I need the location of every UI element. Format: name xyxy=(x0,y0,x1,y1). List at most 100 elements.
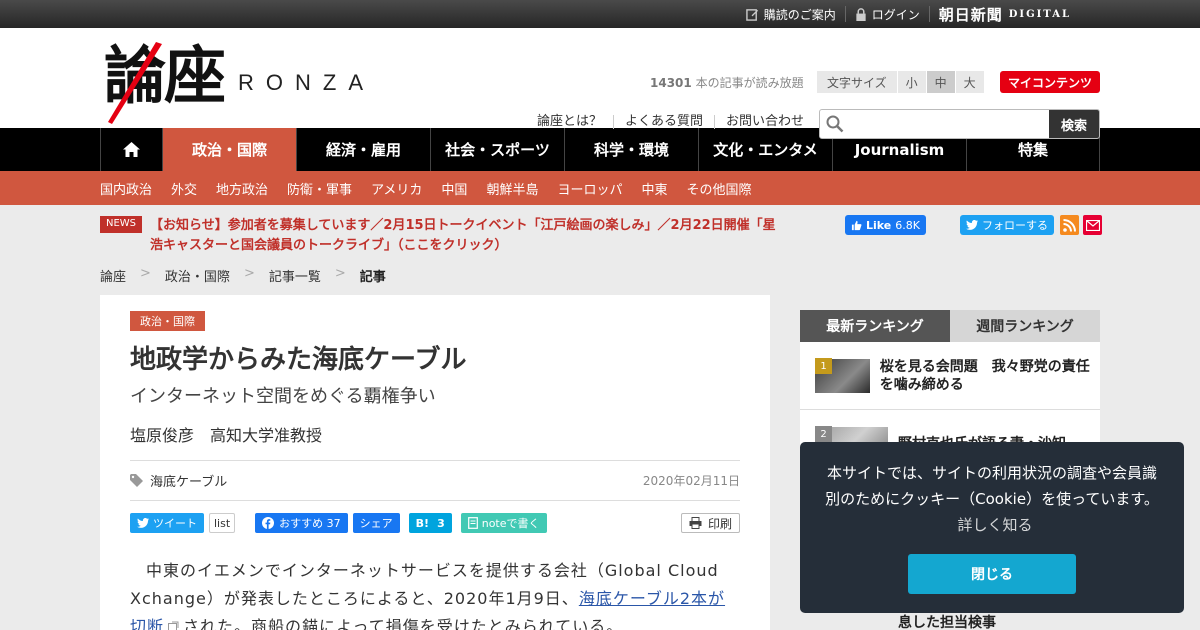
top-bar: 購読のご案内 ログイン 朝日新聞 DIGITAL xyxy=(0,0,1200,28)
twitter-follow-button[interactable]: フォローする xyxy=(960,215,1054,235)
article-meta: 海底ケーブル 2020年02月11日 xyxy=(130,461,740,501)
subnav-item[interactable]: 国内政治 xyxy=(100,179,152,198)
free-count-text: 本の記事が読み放題 xyxy=(691,76,804,90)
search-icon xyxy=(820,110,850,138)
facebook-like-button[interactable]: Like 6.8K xyxy=(845,215,926,235)
font-size-small[interactable]: 小 xyxy=(897,71,927,93)
fb-like-label: Like xyxy=(866,218,892,232)
login-label: ログイン xyxy=(871,7,920,22)
news-link[interactable]: 【お知らせ】参加者を募集しています／2月15日トークイベント「江戸絵画の楽しみ」… xyxy=(150,216,780,256)
cookie-message: 本サイトでは、サイトの利用状況の調査や会員識別のためにクッキー（Cookie）を… xyxy=(820,460,1164,538)
nav-culture[interactable]: 文化・エンタメ xyxy=(698,128,832,171)
breadcrumb-home[interactable]: 論座 xyxy=(100,266,126,285)
article-author: 塩原俊彦 高知大学准教授 xyxy=(130,422,740,461)
nav-home[interactable] xyxy=(100,128,162,171)
rss-button[interactable] xyxy=(1060,215,1079,235)
asahi-digital-link[interactable]: 朝日新聞 DIGITAL xyxy=(930,5,1080,24)
category-badge[interactable]: 政治・国際 xyxy=(130,311,205,331)
hatena-bookmark-button[interactable]: B! 3 xyxy=(408,513,452,533)
digital-logo-text: DIGITAL xyxy=(1008,8,1071,20)
print-label: 印刷 xyxy=(707,516,732,531)
nav-politics[interactable]: 政治・国際 xyxy=(162,128,296,171)
ranking-title: 桜を見る会問題 我々野党の責任を噛み締める xyxy=(879,358,1090,393)
breadcrumb: 論座 > 政治・国際 > 記事一覧 > 記事 xyxy=(100,266,386,285)
share-buttons: ツイート list おすすめ 37 シェア B! 3 noteで書く 印刷 xyxy=(130,513,740,533)
article-tag-label: 海底ケーブル xyxy=(150,475,228,490)
article-tag[interactable]: 海底ケーブル xyxy=(130,471,227,490)
ranking-number: 1 xyxy=(815,358,832,374)
nav-science[interactable]: 科学・環境 xyxy=(564,128,698,171)
fb-like-count: 6.8K xyxy=(895,218,920,232)
breadcrumb-separator: > xyxy=(243,266,255,281)
ronza-logo[interactable]: 論座 RONZA xyxy=(104,36,375,124)
ranking-tabs: 最新ランキング 週間ランキング xyxy=(800,310,1100,342)
tag-icon xyxy=(130,474,143,487)
font-size-label: 文字サイズ xyxy=(817,71,898,93)
cookie-text: 本サイトでは、サイトの利用状況の調査や会員識別のためにクッキー（Cookie）を… xyxy=(825,464,1159,508)
sub-nav: 国内政治 外交 地方政治 防衛・軍事 アメリカ 中国 朝鮮半島 ヨーロッパ 中東… xyxy=(0,171,1200,205)
breadcrumb-separator: > xyxy=(140,266,151,281)
about-link[interactable]: 論座とは？ xyxy=(537,115,615,129)
free-article-count: 14301 本の記事が読み放題 xyxy=(650,74,804,91)
ranking-item[interactable]: 1 桜を見る会問題 我々野党の責任を噛み締める xyxy=(800,342,1100,410)
nav-society[interactable]: 社会・スポーツ xyxy=(430,128,564,171)
tab-latest-ranking[interactable]: 最新ランキング xyxy=(800,310,950,342)
breadcrumb-current: 記事 xyxy=(359,270,386,285)
subnav-item[interactable]: 中東 xyxy=(641,179,667,198)
subnav-item[interactable]: 外交 xyxy=(171,179,197,198)
breadcrumb-list[interactable]: 記事一覧 xyxy=(269,266,321,285)
font-size-large[interactable]: 大 xyxy=(955,71,985,93)
news-banner: NEWS 【お知らせ】参加者を募集しています／2月15日トークイベント「江戸絵画… xyxy=(100,216,780,256)
note-label: noteで書く xyxy=(481,517,540,530)
search-box: 検索 xyxy=(819,109,1100,139)
rss-icon xyxy=(1063,218,1076,232)
mail-button[interactable] xyxy=(1083,215,1102,235)
ranking-number: 2 xyxy=(815,426,832,442)
nav-economy[interactable]: 経済・雇用 xyxy=(296,128,430,171)
cookie-learn-more-link[interactable]: 詳しく知る xyxy=(957,516,1032,534)
article-body: 中東のイエメンでインターネットサービスを提供する会社（Global Cloud … xyxy=(130,557,740,630)
twitter-follow-label: フォローする xyxy=(982,219,1048,232)
subnav-item[interactable]: 地方政治 xyxy=(216,179,268,198)
contact-link[interactable]: お問い合わせ xyxy=(715,115,815,129)
twitter-bird-icon xyxy=(137,518,149,528)
article-body-text: された。商船の錨によって損傷を受けたとみられている。 xyxy=(183,617,624,630)
subnav-item[interactable]: ヨーロッパ xyxy=(557,179,622,198)
subnav-item[interactable]: 中国 xyxy=(441,179,467,198)
facebook-share-button[interactable]: シェア xyxy=(352,513,400,533)
thumbs-up-icon xyxy=(851,220,862,230)
breadcrumb-category[interactable]: 政治・国際 xyxy=(165,266,230,285)
tweet-button[interactable]: ツイート xyxy=(130,513,204,533)
edit-icon xyxy=(745,8,758,21)
search-button[interactable]: 検索 xyxy=(1049,110,1099,138)
tab-weekly-ranking[interactable]: 週間ランキング xyxy=(950,310,1100,342)
ranking-title-partial[interactable]: 息した担当検事 xyxy=(898,612,996,630)
facebook-recommend-button[interactable]: おすすめ 37 xyxy=(255,513,348,533)
subscribe-link[interactable]: 購読のご案内 xyxy=(737,6,846,22)
breadcrumb-separator: > xyxy=(334,266,346,281)
home-icon xyxy=(123,142,140,157)
twitter-list-button[interactable]: list xyxy=(209,513,236,533)
facebook-icon xyxy=(262,517,275,529)
hatena-icon: B! xyxy=(415,516,430,530)
subnav-item[interactable]: アメリカ xyxy=(371,179,422,198)
login-link[interactable]: ログイン xyxy=(846,6,930,22)
subscribe-label: 購読のご案内 xyxy=(763,7,836,22)
print-button[interactable]: 印刷 xyxy=(680,513,740,533)
lock-icon xyxy=(856,7,866,21)
subnav-item[interactable]: 朝鮮半島 xyxy=(486,179,538,198)
my-contents-button[interactable]: マイコンテンツ xyxy=(1000,71,1100,93)
article-title: 地政学からみた海底ケーブル xyxy=(130,345,467,375)
printer-icon xyxy=(689,517,702,529)
subnav-item[interactable]: その他国際 xyxy=(686,179,751,198)
font-size-control: 文字サイズ 小 中 大 xyxy=(817,71,985,93)
asahi-logo-text: 朝日新聞 xyxy=(938,5,1003,24)
faq-link[interactable]: よくある質問 xyxy=(614,115,716,129)
subnav-item[interactable]: 防衛・軍事 xyxy=(287,179,352,198)
note-icon xyxy=(467,517,478,529)
note-button[interactable]: noteで書く xyxy=(460,513,547,533)
search-input[interactable] xyxy=(850,110,1049,138)
font-size-medium[interactable]: 中 xyxy=(926,71,956,93)
news-badge: NEWS xyxy=(100,216,143,233)
cookie-close-button[interactable]: 閉じる xyxy=(908,554,1076,594)
